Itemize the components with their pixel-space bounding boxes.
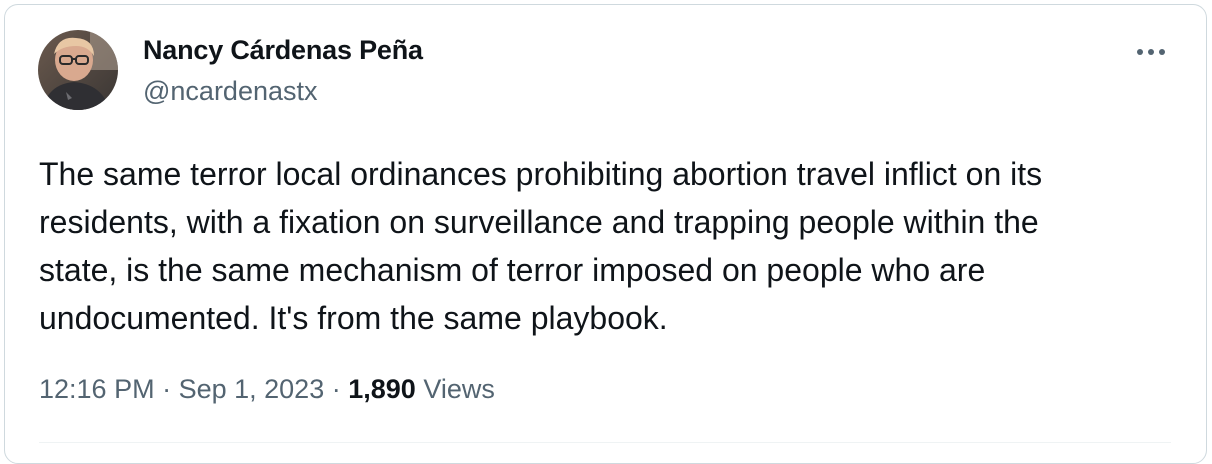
more-horizontal-icon[interactable] bbox=[1131, 39, 1171, 65]
dot bbox=[1148, 49, 1154, 55]
author-handle[interactable]: @ncardenastx bbox=[143, 76, 318, 107]
tweet-line: The same terror local ordinances prohibi… bbox=[39, 156, 1043, 192]
separator: · bbox=[154, 374, 179, 404]
tweet-line: undocumented. It's from the same playboo… bbox=[39, 300, 668, 336]
dot bbox=[1159, 49, 1165, 55]
author-name[interactable]: Nancy Cárdenas Peña bbox=[143, 35, 423, 66]
divider bbox=[39, 442, 1171, 443]
tweet-line: state, is the same mechanism of terror i… bbox=[39, 252, 986, 288]
avatar[interactable] bbox=[38, 30, 118, 110]
tweet-time[interactable]: 12:16 PM bbox=[39, 374, 155, 404]
views-count: 1,890 bbox=[348, 374, 416, 404]
tweet-date[interactable]: Sep 1, 2023 bbox=[179, 374, 325, 404]
tweet-metadata: 12:16 PM · Sep 1, 2023 · 1,890 Views bbox=[39, 374, 495, 405]
tweet-text: The same terror local ordinances prohibi… bbox=[39, 150, 1179, 342]
avatar-image bbox=[38, 30, 118, 110]
separator: · bbox=[324, 374, 349, 404]
dot bbox=[1137, 49, 1143, 55]
views-label: Views bbox=[423, 374, 495, 404]
tweet-line: residents, with a fixation on surveillan… bbox=[39, 204, 1039, 240]
tweet-card: Nancy Cárdenas Peña @ncardenastx The sam… bbox=[4, 4, 1207, 464]
